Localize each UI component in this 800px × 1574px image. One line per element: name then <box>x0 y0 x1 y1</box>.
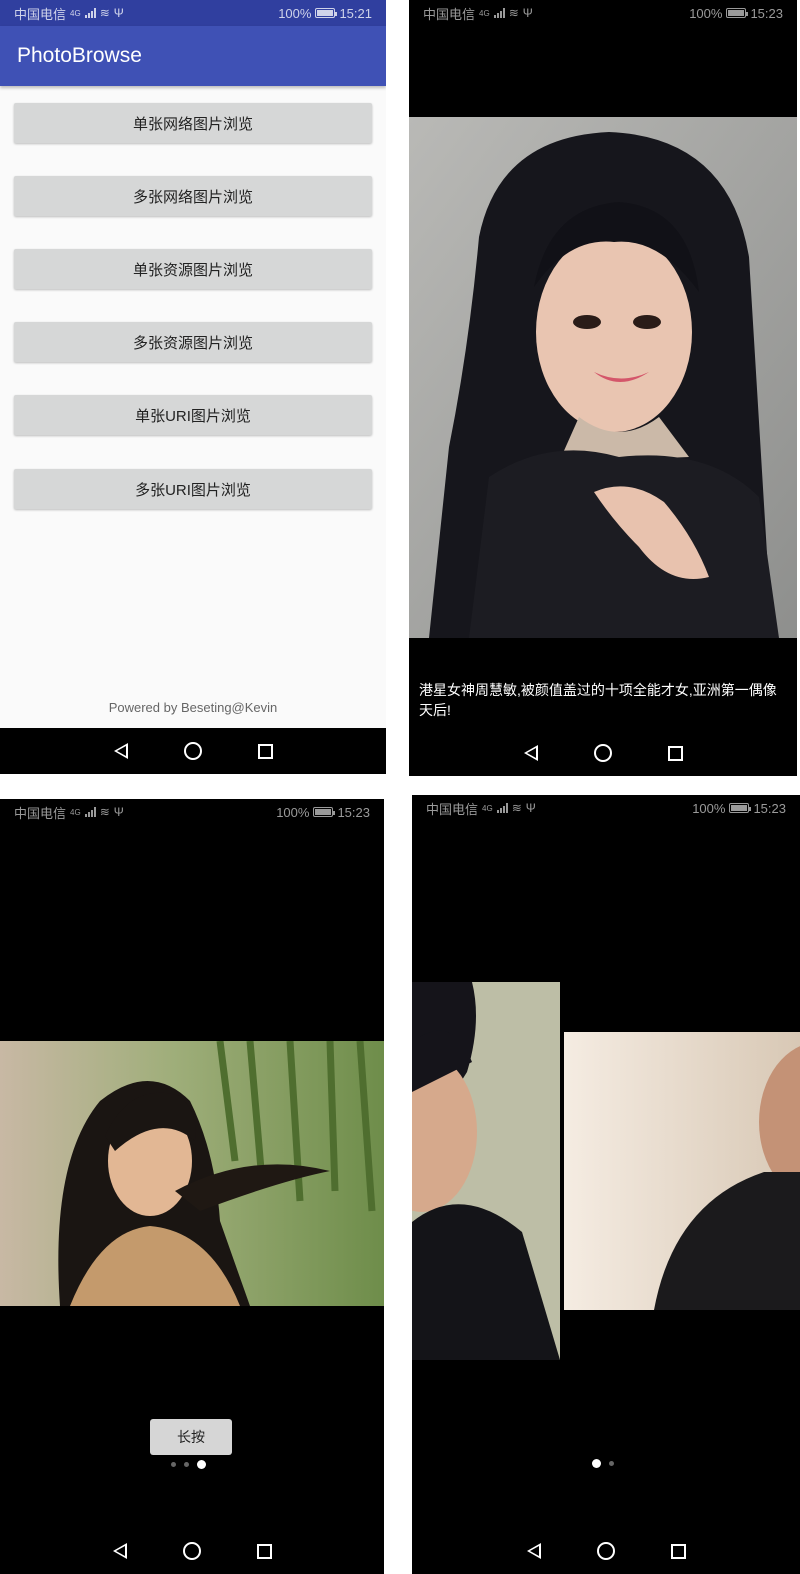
status-bar: 中国电信 4G ≋ Ψ 100% 15:23 <box>0 799 384 825</box>
usb-icon: Ψ <box>525 801 536 815</box>
multi-network-image-button[interactable]: 多张网络图片浏览 <box>14 176 372 216</box>
network-label: 4G <box>479 8 490 18</box>
nav-recent-icon[interactable] <box>667 745 683 761</box>
battery-icon <box>729 803 752 813</box>
usb-icon: Ψ <box>113 6 124 20</box>
previous-photo[interactable] <box>412 982 560 1360</box>
single-resource-image-button[interactable]: 单张资源图片浏览 <box>14 249 372 289</box>
carrier-label: 中国电信 <box>14 6 67 22</box>
page-indicator <box>171 1460 206 1469</box>
nav-home-icon[interactable] <box>183 742 202 760</box>
nav-home-icon[interactable] <box>596 1542 615 1560</box>
nav-back-icon[interactable] <box>113 743 128 759</box>
navigation-bar <box>409 730 797 776</box>
landscape-photo[interactable] <box>0 1041 384 1306</box>
nav-back-icon[interactable] <box>112 1543 127 1559</box>
portrait-photo[interactable] <box>409 117 797 638</box>
screen-main-menu: 中国电信 4G ≋ Ψ 100% 15:21 PhotoBrowse 单张网络图… <box>0 0 386 774</box>
clock: 15:21 <box>339 5 372 21</box>
signal-icon <box>84 8 96 18</box>
signal-icon <box>493 8 505 18</box>
network-label: 4G <box>70 807 81 817</box>
nav-back-icon[interactable] <box>526 1543 541 1559</box>
page-dot <box>609 1461 614 1466</box>
nav-home-icon[interactable] <box>593 744 612 762</box>
page-dot <box>184 1462 189 1467</box>
multi-uri-image-button[interactable]: 多张URI图片浏览 <box>14 469 372 509</box>
usb-icon: Ψ <box>522 6 533 20</box>
clock: 15:23 <box>753 800 786 816</box>
page-dot-active <box>592 1459 601 1468</box>
long-press-button[interactable]: 长按 <box>150 1419 232 1455</box>
signal-icon <box>84 807 96 817</box>
photo-caption: 港星女神周慧敏,被颜值盖过的十项全能才女,亚洲第一偶像天后! <box>419 682 777 718</box>
status-bar: 中国电信 4G ≋ Ψ 100% 15:23 <box>412 795 800 821</box>
page-dot <box>171 1462 176 1467</box>
battery-icon <box>315 8 338 18</box>
usb-icon: Ψ <box>113 805 124 819</box>
wifi-icon: ≋ <box>508 6 519 20</box>
battery-percent: 100% <box>689 5 723 21</box>
wifi-icon: ≋ <box>99 805 110 819</box>
nav-recent-icon[interactable] <box>670 1543 686 1559</box>
battery-percent: 100% <box>276 804 310 820</box>
nav-recent-icon[interactable] <box>257 743 273 759</box>
carrier-label: 中国电信 <box>423 6 476 22</box>
single-uri-image-button[interactable]: 单张URI图片浏览 <box>14 395 372 435</box>
multi-resource-image-button[interactable]: 多张资源图片浏览 <box>14 322 372 362</box>
status-bar: 中国电信 4G ≋ Ψ 100% 15:23 <box>409 0 797 26</box>
nav-back-icon[interactable] <box>523 745 538 761</box>
status-bar: 中国电信 4G ≋ Ψ 100% 15:21 <box>0 0 386 26</box>
network-label: 4G <box>482 803 493 813</box>
signal-icon <box>496 803 508 813</box>
footer-credit: Powered by Beseting@Kevin <box>108 700 278 715</box>
screen-photo-viewer-caption: 中国电信 4G ≋ Ψ 100% 15:23 港星女神周慧敏,被颜值盖过的十项全… <box>409 0 797 776</box>
wifi-icon: ≋ <box>99 6 110 20</box>
screen-photo-viewer-longpress: 中国电信 4G ≋ Ψ 100% 15:23 长按 <box>0 799 384 1574</box>
navigation-bar <box>0 728 386 774</box>
nav-home-icon[interactable] <box>182 1542 201 1560</box>
battery-percent: 100% <box>278 5 312 21</box>
carrier-label: 中国电信 <box>426 801 479 817</box>
navigation-bar <box>0 1528 384 1574</box>
app-bar: PhotoBrowse <box>0 26 386 86</box>
network-label: 4G <box>70 8 81 18</box>
battery-icon <box>313 807 336 817</box>
clock: 15:23 <box>337 804 370 820</box>
current-photo[interactable] <box>564 1032 800 1310</box>
page-dot-active <box>197 1460 206 1469</box>
app-title: PhotoBrowse <box>17 44 142 67</box>
single-network-image-button[interactable]: 单张网络图片浏览 <box>14 103 372 143</box>
wifi-icon: ≋ <box>511 801 522 815</box>
navigation-bar <box>412 1528 800 1574</box>
clock: 15:23 <box>750 5 783 21</box>
battery-percent: 100% <box>692 800 726 816</box>
nav-recent-icon[interactable] <box>256 1543 272 1559</box>
carrier-label: 中国电信 <box>14 805 67 821</box>
screen-photo-viewer-swipe: 中国电信 4G ≋ Ψ 100% 15:23 <box>412 795 800 1574</box>
page-indicator <box>592 1459 614 1468</box>
battery-icon <box>726 8 749 18</box>
